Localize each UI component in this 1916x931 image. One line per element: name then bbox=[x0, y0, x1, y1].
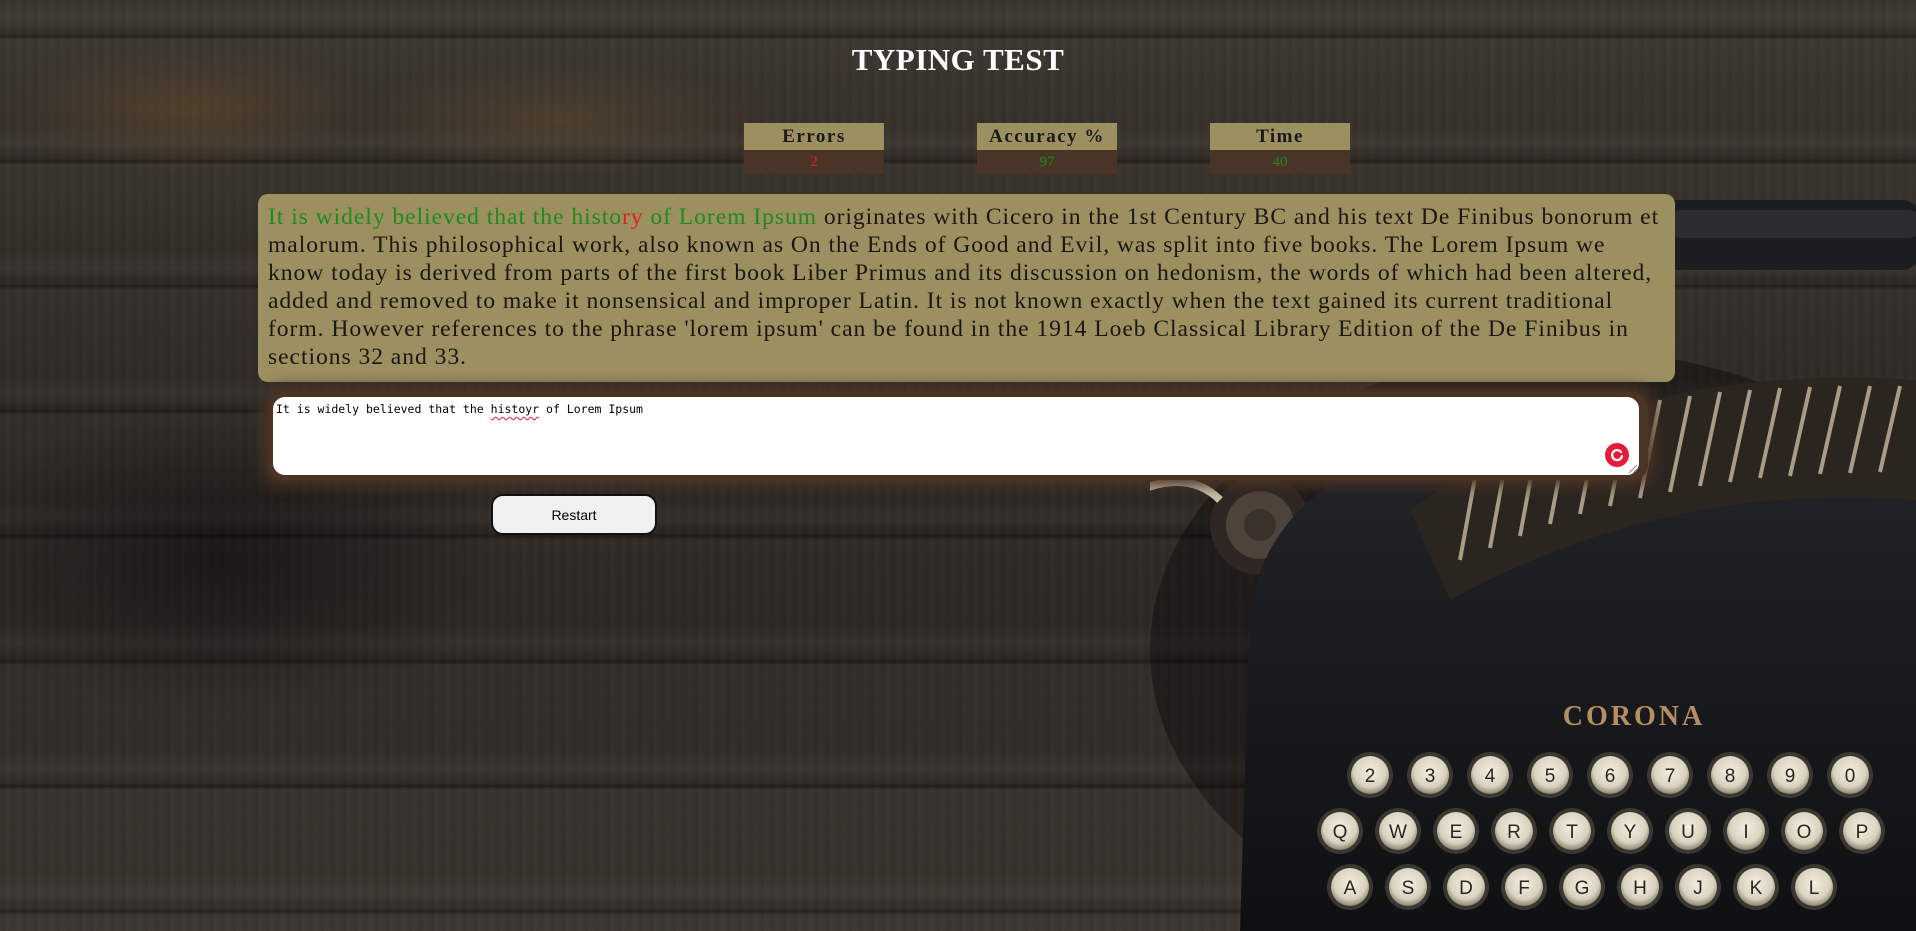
typewriter-key-label: K bbox=[1750, 878, 1763, 899]
typed-text-after: of Lorem Ipsum bbox=[539, 402, 643, 416]
typewriter-key-label: 9 bbox=[1785, 766, 1796, 787]
typewriter-key: 2 bbox=[1347, 752, 1393, 798]
typewriter-key-label: R bbox=[1507, 822, 1521, 843]
quote-correct-part-2: of Lorem Ipsum bbox=[643, 204, 818, 230]
typewriter-key-label: D bbox=[1459, 878, 1473, 899]
typewriter-key-label: 7 bbox=[1665, 766, 1676, 787]
typewriter-key: 9 bbox=[1767, 752, 1813, 798]
typewriter-key: J bbox=[1675, 864, 1721, 910]
typing-input-frame: It is widely believed that the histoyr o… bbox=[270, 394, 1646, 478]
typewriter-key-label: 0 bbox=[1845, 766, 1856, 787]
typewriter-key-label: 2 bbox=[1365, 766, 1376, 787]
typewriter-key: D bbox=[1443, 864, 1489, 910]
typewriter-key-label: Q bbox=[1333, 822, 1348, 843]
typewriter-key-label: U bbox=[1681, 822, 1695, 843]
typewriter-key: 0 bbox=[1827, 752, 1873, 798]
typewriter-key: A bbox=[1327, 864, 1373, 910]
typewriter-key-label: H bbox=[1633, 878, 1647, 899]
typewriter-key-label: 3 bbox=[1425, 766, 1436, 787]
quote-correct-part-1: It is widely believed that the histo bbox=[268, 204, 622, 230]
typewriter-keys-row1: 2 3 4 5 6 7 8 9 0 bbox=[1347, 752, 1873, 798]
typewriter-key: S bbox=[1385, 864, 1431, 910]
typewriter-key: Y bbox=[1607, 808, 1653, 854]
typewriter-key-label: L bbox=[1809, 878, 1820, 899]
typewriter-key: E bbox=[1433, 808, 1479, 854]
page-title: TYPING TEST bbox=[851, 42, 1065, 77]
typewriter-key-label: Y bbox=[1624, 822, 1637, 843]
typewriter-key-label: 5 bbox=[1545, 766, 1556, 787]
typewriter-key: 6 bbox=[1587, 752, 1633, 798]
typewriter-key-label: 8 bbox=[1725, 766, 1736, 787]
typewriter-key-label: 4 bbox=[1485, 766, 1496, 787]
typed-misspelt-word: histoyr bbox=[490, 402, 540, 416]
typewriter-key: G bbox=[1559, 864, 1605, 910]
quote-wrong-part: ry bbox=[621, 204, 644, 230]
errors-label: Errors bbox=[744, 123, 884, 150]
quote-text: It is widely believed that the history o… bbox=[258, 194, 1675, 382]
typewriter-key: I bbox=[1723, 808, 1769, 854]
typewriter-key-label: G bbox=[1575, 878, 1590, 899]
typewriter-key: 5 bbox=[1527, 752, 1573, 798]
typewriter-key-label: S bbox=[1402, 878, 1415, 899]
errors-value: 2 bbox=[744, 150, 884, 174]
restart-button[interactable]: Restart bbox=[491, 494, 657, 535]
typewriter-key: R bbox=[1491, 808, 1537, 854]
typewriter-key: L bbox=[1791, 864, 1837, 910]
typed-text-before: It is widely believed that the bbox=[276, 402, 491, 416]
typewriter-key-label: E bbox=[1450, 822, 1463, 843]
typewriter-key: P bbox=[1839, 808, 1885, 854]
typewriter-key: 4 bbox=[1467, 752, 1513, 798]
typewriter-key-label: I bbox=[1743, 822, 1748, 843]
typewriter-key: 7 bbox=[1647, 752, 1693, 798]
accuracy-label: Accuracy % bbox=[977, 123, 1117, 150]
typewriter-key: 3 bbox=[1407, 752, 1453, 798]
errors-stat: Errors 2 bbox=[744, 123, 884, 174]
typewriter-key: K bbox=[1733, 864, 1779, 910]
typing-input[interactable]: It is widely believed that the histoyr o… bbox=[273, 397, 1639, 475]
typewriter-brand-text: CORONA bbox=[1563, 701, 1705, 732]
typewriter-key: Q bbox=[1317, 808, 1363, 854]
typewriter-key: H bbox=[1617, 864, 1663, 910]
resize-grip-icon[interactable] bbox=[1629, 465, 1637, 473]
typewriter-key-label: J bbox=[1693, 878, 1703, 899]
typewriter-keys-row3: ASDFGHJKL bbox=[1327, 864, 1837, 910]
time-label: Time bbox=[1210, 123, 1350, 150]
accuracy-stat: Accuracy % 97 bbox=[977, 123, 1117, 174]
typewriter-key: O bbox=[1781, 808, 1827, 854]
time-stat: Time 40 bbox=[1210, 123, 1350, 174]
typewriter-key-label: F bbox=[1518, 878, 1530, 899]
typewriter-key: W bbox=[1375, 808, 1421, 854]
typewriter-key: T bbox=[1549, 808, 1595, 854]
time-value: 40 bbox=[1210, 150, 1350, 174]
typewriter-key-label: T bbox=[1566, 822, 1578, 843]
accuracy-value: 97 bbox=[977, 150, 1117, 174]
typewriter-key: 8 bbox=[1707, 752, 1753, 798]
typewriter-key: U bbox=[1665, 808, 1711, 854]
typewriter-key: F bbox=[1501, 864, 1547, 910]
typewriter-key-label: W bbox=[1389, 822, 1407, 843]
typewriter-key-label: 6 bbox=[1605, 766, 1616, 787]
grammar-check-icon[interactable] bbox=[1605, 443, 1629, 467]
typewriter-key-label: A bbox=[1344, 878, 1357, 899]
typewriter-key-label: O bbox=[1797, 822, 1812, 843]
typewriter-key-label: P bbox=[1856, 822, 1869, 843]
